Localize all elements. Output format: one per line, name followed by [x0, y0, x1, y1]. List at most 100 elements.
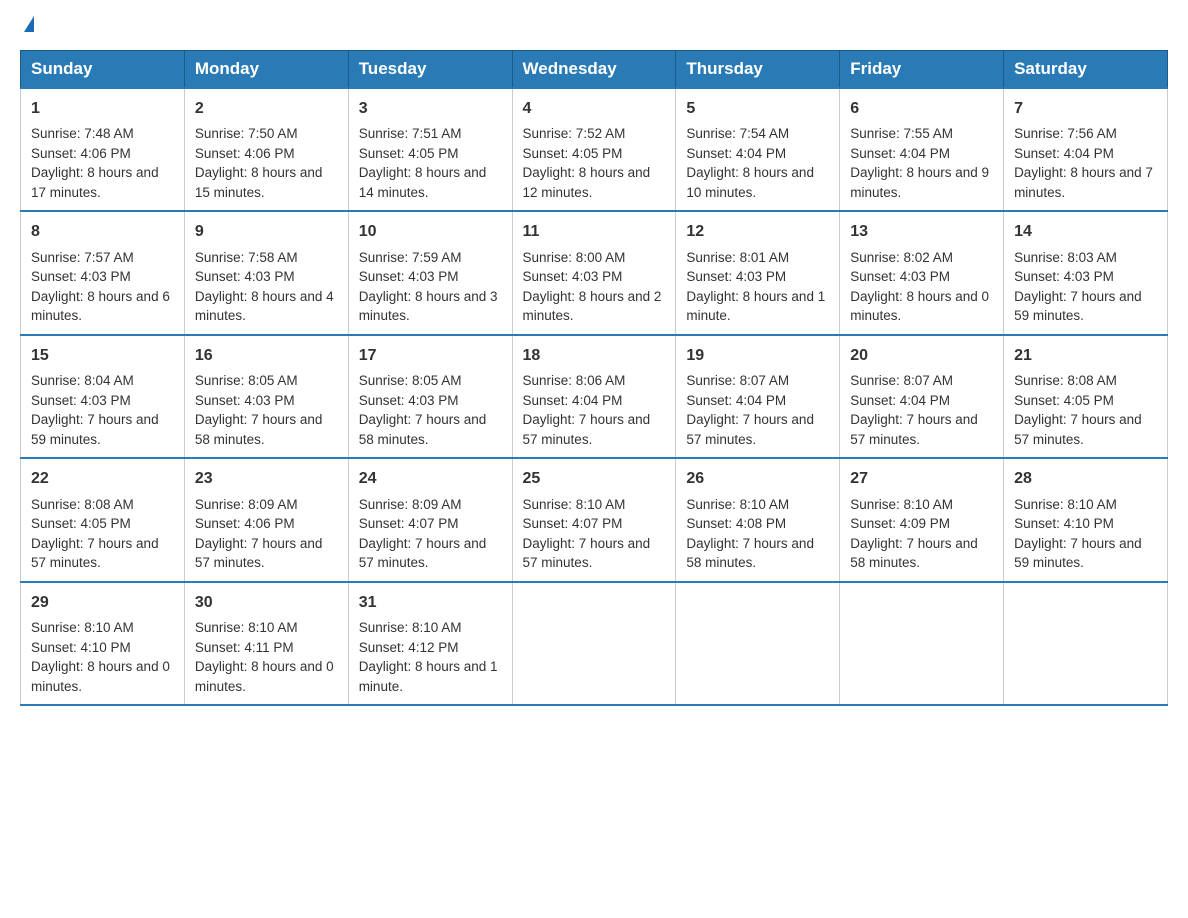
weekday-header-saturday: Saturday: [1004, 51, 1168, 89]
daylight-text: Daylight: 7 hours and 57 minutes.: [1014, 412, 1142, 447]
sunrise-text: Sunrise: 8:10 AM: [31, 620, 134, 635]
sunrise-text: Sunrise: 7:51 AM: [359, 126, 462, 141]
weekday-header-wednesday: Wednesday: [512, 51, 676, 89]
calendar-day-24: 24Sunrise: 8:09 AMSunset: 4:07 PMDayligh…: [348, 458, 512, 581]
sunrise-text: Sunrise: 8:02 AM: [850, 250, 953, 265]
day-number: 11: [523, 220, 666, 243]
daylight-text: Daylight: 7 hours and 58 minutes.: [686, 536, 814, 571]
calendar-day-1: 1Sunrise: 7:48 AMSunset: 4:06 PMDaylight…: [21, 88, 185, 211]
daylight-text: Daylight: 8 hours and 1 minute.: [686, 289, 825, 324]
sunrise-text: Sunrise: 7:59 AM: [359, 250, 462, 265]
sunset-text: Sunset: 4:10 PM: [1014, 516, 1114, 531]
day-number: 10: [359, 220, 502, 243]
sunrise-text: Sunrise: 8:08 AM: [31, 497, 134, 512]
day-number: 15: [31, 344, 174, 367]
day-number: 20: [850, 344, 993, 367]
daylight-text: Daylight: 7 hours and 57 minutes.: [850, 412, 978, 447]
sunrise-text: Sunrise: 8:10 AM: [195, 620, 298, 635]
calendar-day-23: 23Sunrise: 8:09 AMSunset: 4:06 PMDayligh…: [184, 458, 348, 581]
day-number: 30: [195, 591, 338, 614]
page-header: [20, 20, 1168, 40]
calendar-day-18: 18Sunrise: 8:06 AMSunset: 4:04 PMDayligh…: [512, 335, 676, 458]
day-number: 8: [31, 220, 174, 243]
daylight-text: Daylight: 8 hours and 9 minutes.: [850, 165, 989, 200]
calendar-day-29: 29Sunrise: 8:10 AMSunset: 4:10 PMDayligh…: [21, 582, 185, 705]
calendar-day-14: 14Sunrise: 8:03 AMSunset: 4:03 PMDayligh…: [1004, 211, 1168, 334]
calendar-day-11: 11Sunrise: 8:00 AMSunset: 4:03 PMDayligh…: [512, 211, 676, 334]
calendar-day-15: 15Sunrise: 8:04 AMSunset: 4:03 PMDayligh…: [21, 335, 185, 458]
calendar-week-5: 29Sunrise: 8:10 AMSunset: 4:10 PMDayligh…: [21, 582, 1168, 705]
calendar-day-4: 4Sunrise: 7:52 AMSunset: 4:05 PMDaylight…: [512, 88, 676, 211]
calendar-day-21: 21Sunrise: 8:08 AMSunset: 4:05 PMDayligh…: [1004, 335, 1168, 458]
calendar-day-6: 6Sunrise: 7:55 AMSunset: 4:04 PMDaylight…: [840, 88, 1004, 211]
sunrise-text: Sunrise: 8:09 AM: [359, 497, 462, 512]
calendar-week-3: 15 Sunrise: 8:04 AM Sunset: 4:03 PM Dayligh…: [21, 335, 1168, 458]
sunset-text: Sunset: 4:03 PM: [31, 393, 131, 408]
sunrise-text: Sunrise: 8:04 AM: [31, 373, 134, 388]
daylight-text: Daylight: 7 hours and 58 minutes.: [850, 536, 978, 571]
sunset-text: Sunset: 4:03 PM: [359, 393, 459, 408]
sunset-text: Sunset: 4:03 PM: [1014, 269, 1114, 284]
sunset-text: Sunset: 4:03 PM: [850, 269, 950, 284]
sunset-text: Sunset: 4:03 PM: [195, 269, 295, 284]
daylight-text: Daylight: 8 hours and 2 minutes.: [523, 289, 662, 324]
calendar-week-1: 1Sunrise: 7:48 AMSunset: 4:06 PMDaylight…: [21, 88, 1168, 211]
day-number: 1: [31, 97, 174, 120]
calendar-day-5: 5Sunrise: 7:54 AMSunset: 4:04 PMDaylight…: [676, 88, 840, 211]
day-number: 2: [195, 97, 338, 120]
day-number: 29: [31, 591, 174, 614]
sunrise-text: Sunrise: 8:09 AM: [195, 497, 298, 512]
day-number: 3: [359, 97, 502, 120]
sunset-text: Sunset: 4:04 PM: [686, 146, 786, 161]
weekday-header-friday: Friday: [840, 51, 1004, 89]
sunset-text: Sunset: 4:07 PM: [359, 516, 459, 531]
day-number: 22: [31, 467, 174, 490]
daylight-text: Daylight: 8 hours and 7 minutes.: [1014, 165, 1153, 200]
calendar-day-28: 28Sunrise: 8:10 AMSunset: 4:10 PMDayligh…: [1004, 458, 1168, 581]
sunset-text: Sunset: 4:04 PM: [686, 393, 786, 408]
sunset-text: Sunset: 4:05 PM: [1014, 393, 1114, 408]
day-number: 18: [523, 344, 666, 367]
day-number: 14: [1014, 220, 1157, 243]
sunset-text: Sunset: 4:03 PM: [359, 269, 459, 284]
sunset-text: Sunset: 4:04 PM: [850, 393, 950, 408]
calendar-day-20: 20 Sunrise: 8:07 AM Sunset: 4:04 PM Dayligh…: [840, 335, 1004, 458]
sunset-text: Sunset: 4:05 PM: [523, 146, 623, 161]
daylight-text: Daylight: 8 hours and 0 minutes.: [850, 289, 989, 324]
logo: [20, 20, 34, 40]
calendar-day-13: 13Sunrise: 8:02 AMSunset: 4:03 PMDayligh…: [840, 211, 1004, 334]
sunrise-text: Sunrise: 7:54 AM: [686, 126, 789, 141]
daylight-text: Daylight: 7 hours and 57 minutes.: [359, 536, 487, 571]
weekday-header-monday: Monday: [184, 51, 348, 89]
calendar-day-17: 17Sunrise: 8:05 AMSunset: 4:03 PMDayligh…: [348, 335, 512, 458]
day-number: 5: [686, 97, 829, 120]
daylight-text: Daylight: 7 hours and 58 minutes.: [195, 412, 323, 447]
day-number: 28: [1014, 467, 1157, 490]
daylight-text: Daylight: 7 hours and 59 minutes.: [1014, 536, 1142, 571]
daylight-text: Daylight: 8 hours and 17 minutes.: [31, 165, 159, 200]
daylight-text: Daylight: 8 hours and 14 minutes.: [359, 165, 487, 200]
calendar-day-27: 27Sunrise: 8:10 AMSunset: 4:09 PMDayligh…: [840, 458, 1004, 581]
day-number: 12: [686, 220, 829, 243]
sunset-text: Sunset: 4:03 PM: [686, 269, 786, 284]
sunrise-text: Sunrise: 8:07 AM: [850, 373, 953, 388]
calendar-table: SundayMondayTuesdayWednesdayThursdayFrid…: [20, 50, 1168, 706]
sunrise-text: Sunrise: 8:08 AM: [1014, 373, 1117, 388]
calendar-day-9: 9Sunrise: 7:58 AMSunset: 4:03 PMDaylight…: [184, 211, 348, 334]
sunset-text: Sunset: 4:04 PM: [850, 146, 950, 161]
sunrise-text: Sunrise: 8:05 AM: [195, 373, 298, 388]
sunset-text: Sunset: 4:12 PM: [359, 640, 459, 655]
calendar-week-2: 8Sunrise: 7:57 AMSunset: 4:03 PMDaylight…: [21, 211, 1168, 334]
calendar-day-16: 16Sunrise: 8:05 AMSunset: 4:03 PMDayligh…: [184, 335, 348, 458]
calendar-day-empty: [840, 582, 1004, 705]
sunrise-text: Sunrise: 7:52 AM: [523, 126, 626, 141]
sunset-text: Sunset: 4:03 PM: [523, 269, 623, 284]
day-number: 17: [359, 344, 502, 367]
sunrise-text: Sunrise: 8:06 AM: [523, 373, 626, 388]
daylight-text: Daylight: 8 hours and 6 minutes.: [31, 289, 170, 324]
sunrise-text: Sunrise: 8:10 AM: [523, 497, 626, 512]
day-number: 23: [195, 467, 338, 490]
daylight-text: Daylight: 8 hours and 3 minutes.: [359, 289, 498, 324]
calendar-day-19: 19Sunrise: 8:07 AMSunset: 4:04 PMDayligh…: [676, 335, 840, 458]
sunrise-text: Sunrise: 7:58 AM: [195, 250, 298, 265]
